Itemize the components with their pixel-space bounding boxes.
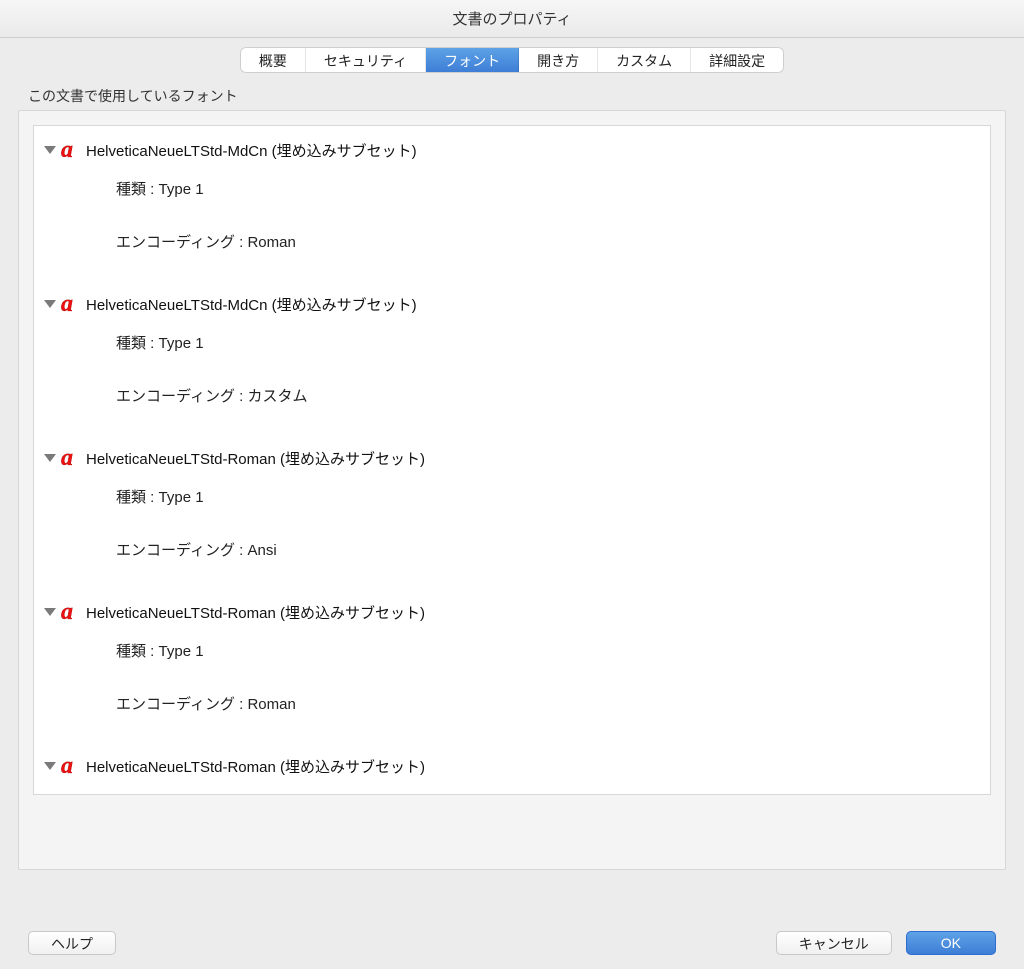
tab-initial-view[interactable]: 開き方 — [519, 48, 598, 72]
font-header[interactable]: a HelveticaNeueLTStd-MdCn (埋め込みサブセット) — [44, 290, 980, 318]
font-glyph-icon: a — [60, 752, 84, 780]
font-entry[interactable]: a HelveticaNeueLTStd-Roman (埋め込みサブセット) — [36, 750, 988, 784]
tab-fonts[interactable]: フォント — [426, 48, 519, 72]
cancel-button[interactable]: キャンセル — [776, 931, 892, 955]
font-name: HelveticaNeueLTStd-Roman (埋め込みサブセット) — [86, 756, 425, 777]
fonts-panel: a HelveticaNeueLTStd-MdCn (埋め込みサブセット) 種類… — [18, 110, 1006, 870]
font-name: HelveticaNeueLTStd-Roman (埋め込みサブセット) — [86, 602, 425, 623]
tab-advanced[interactable]: 詳細設定 — [691, 48, 783, 72]
disclosure-triangle-icon[interactable] — [44, 762, 56, 770]
font-header[interactable]: a HelveticaNeueLTStd-MdCn (埋め込みサブセット) — [44, 136, 980, 164]
section-label: この文書で使用しているフォント — [18, 86, 1006, 106]
svg-text:a: a — [61, 445, 73, 471]
window-title: 文書のプロパティ — [452, 8, 571, 29]
font-type-line: 種類 : Type 1 — [116, 640, 980, 661]
font-encoding-line: エンコーディング : Roman — [116, 693, 980, 714]
font-glyph-icon: a — [60, 136, 84, 164]
font-glyph-icon: a — [60, 290, 84, 318]
font-header[interactable]: a HelveticaNeueLTStd-Roman (埋め込みサブセット) — [44, 444, 980, 472]
font-entry[interactable]: a HelveticaNeueLTStd-Roman (埋め込みサブセット) 種… — [36, 596, 988, 750]
disclosure-triangle-icon[interactable] — [44, 300, 56, 308]
tab-segmented-control: 概要 セキュリティ フォント 開き方 カスタム 詳細設定 — [241, 48, 783, 72]
font-encoding-line: エンコーディング : Roman — [116, 231, 980, 252]
disclosure-triangle-icon[interactable] — [44, 454, 56, 462]
dialog-footer: ヘルプ キャンセル OK — [0, 931, 1024, 955]
font-details: 種類 : Type 1 エンコーディング : Roman — [44, 626, 980, 714]
svg-text:a: a — [61, 291, 73, 317]
font-encoding-line: エンコーディング : カスタム — [116, 385, 980, 406]
dialog-content: 概要 セキュリティ フォント 開き方 カスタム 詳細設定 この文書で使用している… — [0, 38, 1024, 918]
font-entry[interactable]: a HelveticaNeueLTStd-Roman (埋め込みサブセット) 種… — [36, 442, 988, 596]
svg-text:a: a — [61, 599, 73, 625]
ok-button[interactable]: OK — [906, 931, 996, 955]
font-details: 種類 : Type 1 エンコーディング : Roman — [44, 164, 980, 252]
font-entry[interactable]: a HelveticaNeueLTStd-MdCn (埋め込みサブセット) 種類… — [36, 134, 988, 288]
font-details: 種類 : Type 1 エンコーディング : カスタム — [44, 318, 980, 406]
disclosure-triangle-icon[interactable] — [44, 146, 56, 154]
svg-text:a: a — [61, 137, 73, 163]
font-name: HelveticaNeueLTStd-MdCn (埋め込みサブセット) — [86, 294, 417, 315]
font-glyph-icon: a — [60, 444, 84, 472]
font-glyph-icon: a — [60, 598, 84, 626]
tab-bar: 概要 セキュリティ フォント 開き方 カスタム 詳細設定 — [18, 48, 1006, 72]
font-type-line: 種類 : Type 1 — [116, 178, 980, 199]
tab-custom[interactable]: カスタム — [598, 48, 691, 72]
tab-security[interactable]: セキュリティ — [306, 48, 426, 72]
fonts-list[interactable]: a HelveticaNeueLTStd-MdCn (埋め込みサブセット) 種類… — [33, 125, 991, 795]
font-type-line: 種類 : Type 1 — [116, 486, 980, 507]
font-name: HelveticaNeueLTStd-Roman (埋め込みサブセット) — [86, 448, 425, 469]
font-details: 種類 : Type 1 エンコーディング : Ansi — [44, 472, 980, 560]
font-header[interactable]: a HelveticaNeueLTStd-Roman (埋め込みサブセット) — [44, 752, 980, 780]
disclosure-triangle-icon[interactable] — [44, 608, 56, 616]
font-type-line: 種類 : Type 1 — [116, 332, 980, 353]
svg-text:a: a — [61, 753, 73, 779]
tab-summary[interactable]: 概要 — [241, 48, 306, 72]
font-name: HelveticaNeueLTStd-MdCn (埋め込みサブセット) — [86, 140, 417, 161]
window-titlebar: 文書のプロパティ — [0, 0, 1024, 38]
help-button[interactable]: ヘルプ — [28, 931, 116, 955]
font-header[interactable]: a HelveticaNeueLTStd-Roman (埋め込みサブセット) — [44, 598, 980, 626]
font-encoding-line: エンコーディング : Ansi — [116, 539, 980, 560]
font-entry[interactable]: a HelveticaNeueLTStd-MdCn (埋め込みサブセット) 種類… — [36, 288, 988, 442]
